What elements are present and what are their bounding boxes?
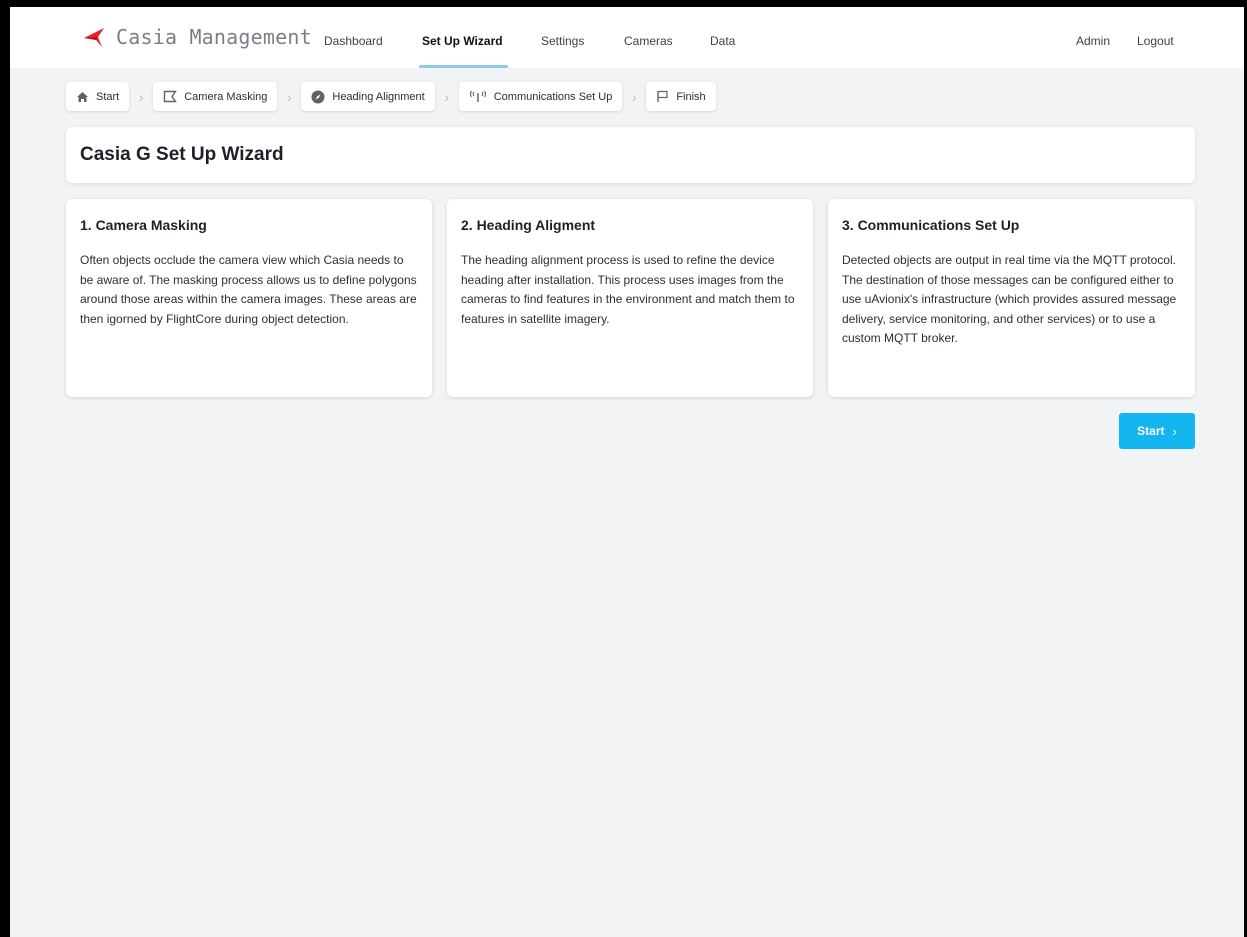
mask-icon [163,90,178,103]
chevron-right-icon: › [138,88,144,105]
home-icon [76,91,89,103]
crumb-start[interactable]: Start [66,82,130,111]
crumb-label: Communications Set Up [493,90,613,103]
page-title: Casia G Set Up Wizard [80,144,284,165]
app-window: Casia Management Dashboard Set Up Wizard… [0,0,1247,937]
crumb-camera-masking[interactable]: Camera Masking [153,82,278,111]
nav-cameras[interactable]: Cameras [624,34,673,48]
nav-dashboard[interactable]: Dashboard [324,34,383,48]
crumb-heading-alignment[interactable]: Heading Alignment [301,82,435,111]
breadcrumb: Start › Camera Masking › Heading Alignme… [66,82,716,111]
crumb-label: Start [96,90,120,103]
page-title-card: Casia G Set Up Wizard [66,127,1195,183]
chevron-right-icon: › [287,88,292,105]
active-tab-indicator [419,65,508,68]
chevron-right-icon: › [444,88,450,105]
step-description: The heading alignment process is used to… [461,253,795,326]
step-title: 3. Communications Set Up [842,217,1020,233]
casia-logo-icon [82,25,108,49]
nav-data[interactable]: Data [710,34,735,48]
nav-settings[interactable]: Settings [541,34,584,48]
crumb-label: Camera Masking [184,90,268,103]
chevron-right-icon: › [1172,423,1177,439]
step-card-camera-masking: 1. Camera Masking Often objects occlude … [66,199,432,397]
compass-icon [311,90,325,104]
antenna-icon [469,90,487,103]
start-button-label: Start [1137,424,1165,438]
nav-logout[interactable]: Logout [1137,34,1174,48]
step-card-communications: 3. Communications Set Up Detected object… [828,199,1195,397]
start-button[interactable]: Start › [1119,413,1195,449]
logo[interactable]: Casia Management [82,25,312,49]
step-description: Detected objects are output in real time… [842,253,1177,345]
step-card-heading-alignment: 2. Heading Aligment The heading alignmen… [447,199,813,397]
step-title: 2. Heading Aligment [461,217,596,233]
app-title: Casia Management [116,25,312,49]
flag-icon [656,90,669,103]
crumb-label: Finish [676,90,706,103]
crumb-label: Heading Alignment [332,90,425,103]
step-title: 1. Camera Masking [80,217,207,233]
nav-set-up-wizard[interactable]: Set Up Wizard [422,34,503,48]
nav-admin[interactable]: Admin [1076,34,1110,48]
crumb-finish[interactable]: Finish [646,82,716,111]
step-description: Often objects occlude the camera view wh… [80,253,417,326]
crumb-communications-set-up[interactable]: Communications Set Up [458,82,623,111]
chevron-right-icon: › [631,88,637,105]
top-nav: Casia Management Dashboard Set Up Wizard… [10,7,1244,68]
